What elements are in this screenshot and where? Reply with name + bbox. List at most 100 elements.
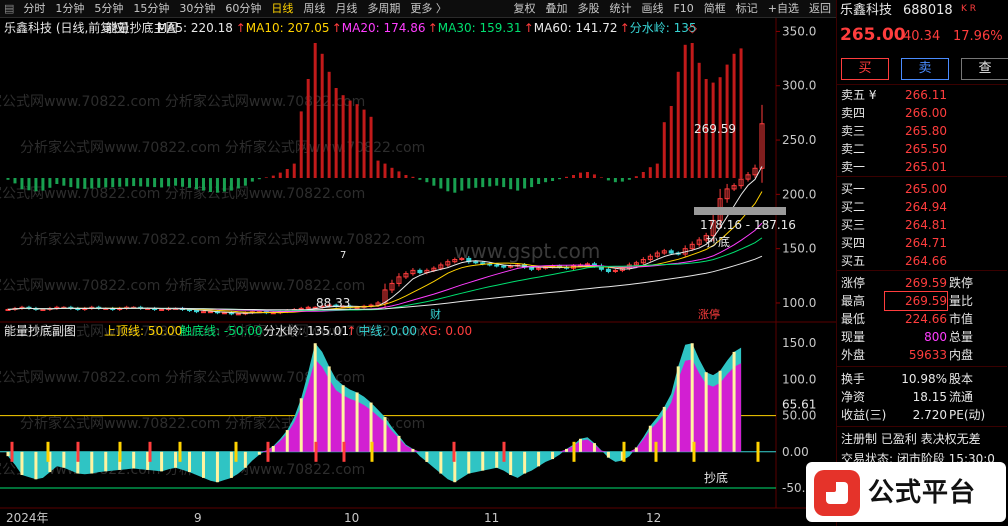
tool-button-3[interactable]: 统计 <box>604 0 636 17</box>
energy-bar <box>355 104 359 178</box>
candle-body <box>221 312 227 315</box>
row-label: 买二 <box>841 200 866 214</box>
energy-bar <box>118 178 122 187</box>
gspt-logo: 公式平台 <box>806 462 1006 522</box>
stat-label: 现量 <box>841 330 866 344</box>
kline-chart[interactable]: 分析家公式网www.70822.com 分析家公式网www.70822.com 分… <box>0 18 836 526</box>
last-price: 265.00 <box>840 25 906 45</box>
mark-seven: 7 <box>340 250 346 261</box>
buy-button[interactable]: 买 <box>841 58 889 80</box>
quote-panel: 乐鑫科技 688018 K R 265.00 40.34 17.96% 买 卖 … <box>836 0 1008 526</box>
energy-bar <box>488 178 492 187</box>
stat-row: 涨停 269.59 跌停 <box>837 274 1007 292</box>
energy-bar <box>585 172 589 178</box>
tool-button-9[interactable]: 返回 <box>804 0 836 17</box>
energy-bar <box>565 176 569 178</box>
energy-bar <box>348 100 352 178</box>
period-tab-9[interactable]: 多周期 <box>362 0 405 17</box>
energy-bar-sub <box>578 438 582 452</box>
energy-bar-sub <box>411 448 415 452</box>
energy-bar <box>83 178 87 189</box>
energy-bar-sub <box>481 451 485 471</box>
energy-bar <box>474 178 478 188</box>
stat-label: 涨停 <box>841 276 866 290</box>
period-tab-0[interactable]: 分时 <box>18 0 50 17</box>
energy-bar <box>669 106 673 178</box>
sub-param-arrow: ↑ <box>346 324 356 338</box>
energy-bar-sub <box>551 451 555 460</box>
tool-button-4[interactable]: 画线 <box>636 0 668 17</box>
sub-title: 能量抄底副图 <box>4 323 76 338</box>
energy-bar-sub <box>285 430 289 452</box>
energy-bar-sub <box>355 392 359 452</box>
row-price: 265.50 <box>905 142 947 156</box>
period-tab-4[interactable]: 30分钟 <box>174 0 220 17</box>
candle-body <box>501 265 507 268</box>
ma-label-3: MA30: 159.31 <box>438 21 522 35</box>
row-price: 264.66 <box>905 254 947 268</box>
stat2-label: 净资 <box>841 390 866 404</box>
energy-bar <box>243 178 247 186</box>
stat2-label-2: 股本 <box>949 372 974 386</box>
tool-button-1[interactable]: 叠加 <box>540 0 572 17</box>
stat-label-2: 总量 <box>949 330 974 344</box>
period-toolbar: ▤ 分时 1分钟 5分钟 15分钟 30分钟 60分钟 日线 周线 月线 多周期 更多 〉 复权 叠加 多股… <box>0 0 836 18</box>
toolbar-menu-icon[interactable]: ▤ <box>0 0 18 17</box>
energy-bar <box>264 177 268 178</box>
period-tab-6[interactable]: 日线 <box>266 0 298 17</box>
row-label: 卖二 <box>841 142 866 156</box>
energy-bar <box>48 178 52 188</box>
energy-bar <box>460 178 464 191</box>
query-button[interactable]: 查 <box>961 58 1008 80</box>
ma-arrow: ↑ <box>524 21 534 35</box>
finance-mark: 财 <box>430 307 441 321</box>
stat-label: 最高 <box>841 294 866 308</box>
energy-bar-sub <box>188 451 192 473</box>
energy-bar <box>690 43 694 178</box>
tool-button-5[interactable]: F10 <box>668 0 698 17</box>
row-label: 买五 <box>841 254 866 268</box>
ma-arrow: ↑ <box>332 21 342 35</box>
period-tab-7[interactable]: 周线 <box>298 0 330 17</box>
energy-bar <box>627 178 631 180</box>
stat-value: 269.59 <box>905 276 947 290</box>
energy-bar-sub <box>718 370 722 452</box>
ma-arrow: ↑ <box>236 21 246 35</box>
candle-body <box>529 266 535 270</box>
energy-bar <box>606 178 610 181</box>
energy-bar <box>13 178 17 184</box>
tool-button-6[interactable]: 简框 <box>699 0 731 17</box>
stat-row: 最高 269.59 量比 <box>837 291 1007 311</box>
period-tab-10[interactable]: 更多 〉 <box>405 0 452 17</box>
period-tab-8[interactable]: 月线 <box>330 0 362 17</box>
energy-bar <box>327 71 331 178</box>
energy-bar <box>132 178 136 187</box>
tool-button-2[interactable]: 多股 <box>572 0 604 17</box>
energy-bar-sub <box>174 451 178 468</box>
ma-arrow: ◇ <box>688 21 698 35</box>
stock-code: 688018 <box>903 3 953 18</box>
period-tab-1[interactable]: 1分钟 <box>50 0 89 17</box>
energy-bar-sub <box>425 451 429 462</box>
sell-button[interactable]: 卖 <box>901 58 949 80</box>
energy-bar <box>6 178 10 180</box>
period-tab-5[interactable]: 60分钟 <box>220 0 266 17</box>
energy-bar-sub <box>648 425 652 452</box>
ma-label-4: MA60: 141.72 <box>534 21 618 35</box>
watermark-text: 分析家公式网www.70822.com 分析家公式网www.70822.com <box>0 185 365 202</box>
energy-bar <box>655 163 659 178</box>
stat2-value: 2.720 <box>912 408 947 422</box>
energy-bar <box>362 109 366 178</box>
tool-button-8[interactable]: +自选 <box>763 0 804 17</box>
energy-bar-sub <box>6 451 10 457</box>
energy-bar <box>292 163 296 178</box>
period-tab-3[interactable]: 15分钟 <box>128 0 174 17</box>
period-tab-2[interactable]: 5分钟 <box>89 0 128 17</box>
bids-row: 买三 264.81 <box>837 216 1007 234</box>
row-label: 买三 <box>841 218 866 232</box>
sub-chaodi-label: 抄底 <box>704 470 728 485</box>
energy-bar-sub <box>383 417 387 452</box>
tool-button-0[interactable]: 复权 <box>508 0 540 17</box>
tool-button-7[interactable]: 标记 <box>731 0 763 17</box>
sub-param-4: XG: 0.00 <box>420 324 472 338</box>
